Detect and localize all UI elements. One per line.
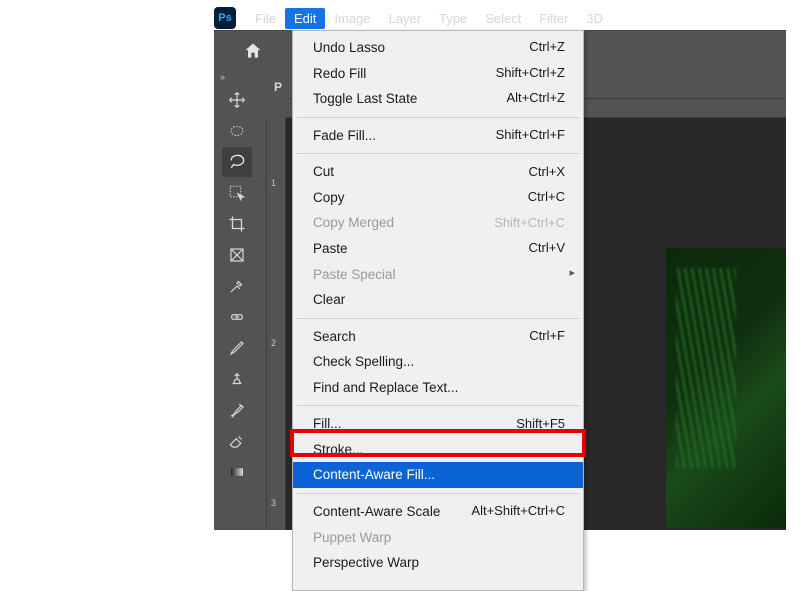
gradient-tool[interactable] <box>222 457 252 487</box>
menu-type[interactable]: Type <box>430 8 476 29</box>
menuitem-label: Cut <box>313 162 334 182</box>
menuitem-content-aware-scale[interactable]: Content-Aware Scale Alt+Shift+Ctrl+C <box>293 499 583 525</box>
photoshop-window: Ps FileEditImageLayerTypeSelectFilter3D … <box>200 0 800 530</box>
menuitem-undo-lasso[interactable]: Undo Lasso Ctrl+Z <box>293 35 583 61</box>
home-icon[interactable] <box>242 40 264 62</box>
menu-file[interactable]: File <box>246 8 285 29</box>
menuitem-label: Fade Fill... <box>313 126 376 146</box>
history-brush-tool[interactable] <box>222 395 252 425</box>
menuitem-label: Redo Fill <box>313 64 366 84</box>
menuitem-label: Copy Merged <box>313 213 394 233</box>
tab-label-fragment: P <box>264 80 288 98</box>
ruler-mark: 1 <box>271 178 276 188</box>
menu-image[interactable]: Image <box>325 8 379 29</box>
menuitem-label: Content-Aware Scale <box>313 502 440 522</box>
ruler-mark: 3 <box>271 498 276 508</box>
menuitem-label: Toggle Last State <box>313 89 417 109</box>
opened-image[interactable] <box>666 248 786 528</box>
menuitem-shortcut: Shift+Ctrl+C <box>494 214 565 233</box>
menuitem-label: Content-Aware Fill... <box>313 465 435 485</box>
healing-brush-tool[interactable] <box>222 302 252 332</box>
menuitem-find-and-replace-text[interactable]: Find and Replace Text... <box>293 375 583 401</box>
menuitem-toggle-last-state[interactable]: Toggle Last State Alt+Ctrl+Z <box>293 86 583 112</box>
menuitem-label: Search <box>313 327 356 347</box>
menu-select[interactable]: Select <box>476 8 530 29</box>
menu-separator <box>297 405 579 406</box>
menuitem-shortcut: Alt+Ctrl+Z <box>506 89 565 108</box>
menu-separator <box>297 153 579 154</box>
menu-separator <box>297 117 579 118</box>
menuitem-label: Puppet Warp <box>313 528 391 548</box>
clone-stamp-tool[interactable] <box>222 364 252 394</box>
menu-separator <box>297 493 579 494</box>
menuitem-check-spelling[interactable]: Check Spelling... <box>293 349 583 375</box>
menuitem-clear[interactable]: Clear <box>293 287 583 313</box>
menuitem-paste[interactable]: Paste Ctrl+V <box>293 236 583 262</box>
eraser-tool[interactable] <box>222 426 252 456</box>
menuitem-copy-merged: Copy Merged Shift+Ctrl+C <box>293 210 583 236</box>
menuitem-fill[interactable]: Fill... Shift+F5 <box>293 411 583 437</box>
object-selection-tool[interactable] <box>222 178 252 208</box>
menuitem-shortcut: Shift+Ctrl+F <box>496 126 565 145</box>
menuitem-label: Paste <box>313 239 348 259</box>
menu-3d[interactable]: 3D <box>577 8 612 29</box>
menuitem-label: Check Spelling... <box>313 352 414 372</box>
toolbox: » <box>214 70 260 530</box>
menubar: Ps FileEditImageLayerTypeSelectFilter3D <box>214 6 612 30</box>
menuitem-shortcut: Shift+F5 <box>516 415 565 434</box>
menuitem-redo-fill[interactable]: Redo Fill Shift+Ctrl+Z <box>293 61 583 87</box>
menuitem-label: Fill... <box>313 414 342 434</box>
menuitem-label: Perspective Warp <box>313 553 419 573</box>
menuitem-stroke[interactable]: Stroke... <box>293 437 583 463</box>
frame-tool[interactable] <box>222 240 252 270</box>
move-tool[interactable] <box>222 85 252 115</box>
menuitem-fade-fill[interactable]: Fade Fill... Shift+Ctrl+F <box>293 123 583 149</box>
menuitem-content-aware-fill[interactable]: Content-Aware Fill... <box>293 462 583 488</box>
marquee-ellipse-tool[interactable] <box>222 116 252 146</box>
menuitem-perspective-warp[interactable]: Perspective Warp <box>293 550 583 576</box>
menu-filter[interactable]: Filter <box>530 8 577 29</box>
menuitem-shortcut: Ctrl+Z <box>529 38 565 57</box>
menuitem-shortcut: Ctrl+F <box>529 327 565 346</box>
edit-menu-dropdown: Undo Lasso Ctrl+Z Redo Fill Shift+Ctrl+Z Tog… <box>292 30 584 591</box>
menuitem-cut[interactable]: Cut Ctrl+X <box>293 159 583 185</box>
lasso-tool[interactable] <box>222 147 252 177</box>
crop-tool[interactable] <box>222 209 252 239</box>
menuitem-shortcut: Ctrl+C <box>528 188 565 207</box>
menuitem-shortcut: Alt+Shift+Ctrl+C <box>471 502 565 521</box>
menuitem-label: Undo Lasso <box>313 38 385 58</box>
app-logo: Ps <box>214 7 236 29</box>
ruler-mark: 2 <box>271 338 276 348</box>
menu-layer[interactable]: Layer <box>380 8 431 29</box>
menu-edit[interactable]: Edit <box>285 8 325 29</box>
brush-tool[interactable] <box>222 333 252 363</box>
menuitem-shortcut: Ctrl+V <box>529 239 565 258</box>
menuitem-paste-special: Paste Special <box>293 262 583 288</box>
menuitem-label: Find and Replace Text... <box>313 378 458 398</box>
menuitem-label: Paste Special <box>313 265 396 285</box>
menuitem-copy[interactable]: Copy Ctrl+C <box>293 185 583 211</box>
toolbox-expand-icon[interactable]: » <box>214 70 260 84</box>
menuitem-search[interactable]: Search Ctrl+F <box>293 324 583 350</box>
menu-separator <box>297 318 579 319</box>
menuitem-label: Stroke... <box>313 440 363 460</box>
menuitem-label: Copy <box>313 188 345 208</box>
menuitem-shortcut: Shift+Ctrl+Z <box>496 64 565 83</box>
menuitem-label: Clear <box>313 290 345 310</box>
menuitem-puppet-warp: Puppet Warp <box>293 525 583 551</box>
eyedropper-tool[interactable] <box>222 271 252 301</box>
menuitem-shortcut: Ctrl+X <box>529 163 565 182</box>
ruler-vertical: 1 2 3 <box>266 118 286 530</box>
